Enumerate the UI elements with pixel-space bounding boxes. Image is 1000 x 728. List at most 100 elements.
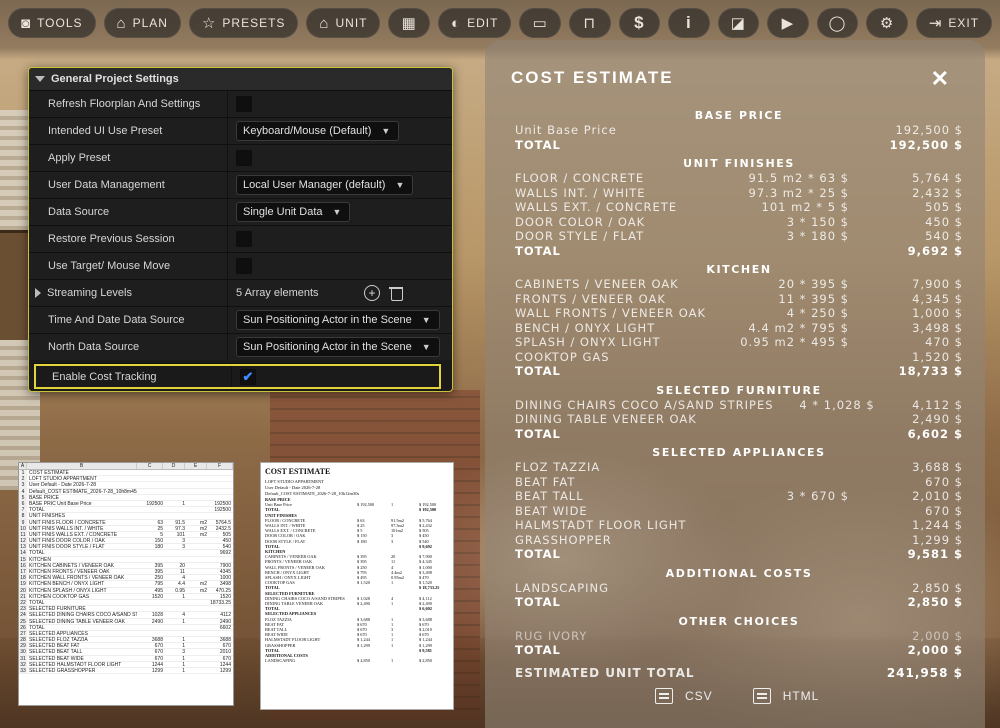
sheet-cell xyxy=(207,482,233,487)
sheet-cell: 505 xyxy=(222,531,231,538)
toolbar-button-tools[interactable]: ◙ TOOLS xyxy=(8,8,96,38)
item-name: SPLASH / ONYX LIGHT xyxy=(515,335,661,349)
section-total: TOTAL 2,850 $ xyxy=(515,595,963,610)
setting-label: Apply Preset xyxy=(29,152,227,164)
toolbar-button-plan[interactable]: ⌂ PLAN xyxy=(103,8,181,38)
sheet-cell: SELECTED FLOZ TAZZIA xyxy=(29,637,88,643)
section-total: TOTAL 6,602 $ xyxy=(515,427,963,442)
total-amount: 2,000 $ xyxy=(907,643,963,657)
dropdown-north-data-source[interactable]: Sun Positioning Actor in the Scene ▼ xyxy=(236,337,440,357)
setting-label: Intended UI Use Preset xyxy=(29,125,227,137)
sheet-row-number: 26 xyxy=(19,624,27,630)
sheet-cell xyxy=(185,557,207,562)
grand-total-amount: 241,958 $ xyxy=(886,665,963,680)
toolbar-button-label: TOOLS xyxy=(37,16,83,30)
dropdown-user-data-management[interactable]: Local User Manager (default) ▼ xyxy=(236,175,414,195)
add-element-icon[interactable]: + xyxy=(364,285,380,301)
checkbox-enable-cost-tracking[interactable]: ✔ xyxy=(240,369,256,385)
toolbar-button-user[interactable]: ◯ xyxy=(816,8,859,38)
checkbox-refresh-floorplan-and-settings[interactable] xyxy=(236,96,252,112)
sheet-cell: 670 xyxy=(154,655,163,661)
collapse-caret-icon[interactable] xyxy=(35,76,45,82)
toolbar-button-gear[interactable]: ⚙ xyxy=(866,8,908,38)
setting-value xyxy=(236,231,452,247)
item-amount: 2,010 $ xyxy=(912,489,963,503)
sheet-row-number: 9 xyxy=(19,519,27,525)
export-html-button[interactable]: HTML xyxy=(752,688,820,704)
sheet-row: 33 SELECTED GRASSHOPPER 1299 1 1299 xyxy=(19,668,233,675)
measure-icon: ⊓ xyxy=(583,14,597,32)
section-total: TOTAL 9,581 $ xyxy=(515,547,963,562)
column-divider xyxy=(227,145,228,171)
sheet-cell xyxy=(185,482,207,487)
sheet-cell: BASE PRIC Unit Base Price xyxy=(29,500,92,507)
sheet-cell xyxy=(137,550,163,555)
item-quantity: 3 * 150 $ xyxy=(786,214,849,229)
sheet-cell: TOTAL xyxy=(29,550,45,556)
sheet-cell: 1244 xyxy=(219,661,231,667)
checkbox-use-target-mouse-move[interactable] xyxy=(236,258,252,274)
toolbar-button-label: PRESETS xyxy=(222,16,286,30)
sheet-row-number: 18 xyxy=(19,575,27,581)
sheet-cell xyxy=(185,538,207,543)
checkbox-apply-preset[interactable] xyxy=(236,150,252,166)
toolbar-button-chart[interactable]: ◪ xyxy=(717,8,760,38)
toolbar-button-sofa[interactable]: ▭ xyxy=(519,8,561,38)
plan-icon: ⌂ xyxy=(116,14,127,32)
export-csv-button[interactable]: CSV xyxy=(655,688,713,704)
sheet-cell xyxy=(163,470,185,475)
cost-estimate-panel: COST ESTIMATE ✕ BASE PRICE Unit Base Pric… xyxy=(485,40,985,728)
sheet-cell: SELECTED BEAT WIDE xyxy=(29,655,84,661)
sheet-cell: 101 xyxy=(176,531,185,538)
toolbar-button-i[interactable]: i xyxy=(668,8,710,38)
sheet-row-number: 20 xyxy=(19,587,27,593)
sheet-cell: TOTAL xyxy=(29,624,45,630)
item-name: WALL FRONTS / VENEER OAK xyxy=(515,306,707,320)
toolbar-button-play[interactable]: ▶ xyxy=(767,8,809,38)
setting-label-text: Apply Preset xyxy=(48,152,111,164)
settings-header[interactable]: General Project Settings xyxy=(29,68,452,90)
export-bar: CSV HTML xyxy=(655,688,819,704)
close-icon[interactable]: ✕ xyxy=(931,66,949,92)
sheet-cell xyxy=(163,631,185,636)
cost-estimate-body: BASE PRICE Unit Base Price 192,500 $ TOTAL 1… xyxy=(515,104,963,680)
sheet-row-number: 7 xyxy=(19,507,27,513)
item-quantity: 3 * 180 $ xyxy=(786,229,849,243)
grand-total-label: ESTIMATED UNIT TOTAL xyxy=(515,665,695,680)
setting-value xyxy=(236,96,452,112)
sheet-cell xyxy=(163,507,185,512)
setting-label-text: Streaming Levels xyxy=(47,287,132,299)
toolbar-button-edit[interactable]: ◐ EDIT xyxy=(438,8,512,38)
sheet-cell: 470.25 xyxy=(215,587,231,593)
sheet-cell xyxy=(207,476,233,481)
sheet-cell xyxy=(137,600,163,605)
item-quantity: 4 * 1,028 $ xyxy=(799,397,875,412)
chevron-down-icon: ▼ xyxy=(381,126,391,136)
sheet-cell xyxy=(163,606,185,611)
toolbar-button-unit[interactable]: ⌂ UNIT xyxy=(306,8,381,38)
trash-icon[interactable] xyxy=(389,286,403,301)
column-divider xyxy=(227,253,228,279)
dropdown-data-source[interactable]: Single Unit Data ▼ xyxy=(236,202,351,222)
dropdown-time-and-date-data-source[interactable]: Sun Positioning Actor in the Scene ▼ xyxy=(236,310,440,330)
chart-icon: ◪ xyxy=(730,14,746,32)
item-quantity xyxy=(713,350,863,365)
doc-cell: $ 2,850 xyxy=(419,658,432,664)
dropdown-intended-ui-use-preset[interactable]: Keyboard/Mouse (Default) ▼ xyxy=(236,121,400,141)
sheet-row-number: 25 xyxy=(19,618,27,624)
toolbar-button-presets[interactable]: ☆ PRESETS xyxy=(188,8,299,38)
toolbar-button-floorplan[interactable]: ▦ xyxy=(388,8,431,38)
item-amount: 5,764 $ xyxy=(912,171,963,185)
item-amount: 450 $ xyxy=(925,214,963,229)
item-amount: 192,500 $ xyxy=(895,123,963,137)
toolbar-button-exit[interactable]: ⇥ EXIT xyxy=(915,8,993,38)
toolbar-button-measure[interactable]: ⊓ xyxy=(568,8,611,38)
checkbox-restore-previous-session[interactable] xyxy=(236,231,252,247)
item-name: CABINETS / VENEER OAK xyxy=(515,277,679,291)
setting-value xyxy=(236,150,452,166)
sheet-cell xyxy=(207,495,233,500)
sheet-cell: 192500 xyxy=(146,500,163,507)
expand-caret-icon[interactable] xyxy=(35,288,41,298)
item-amount: 2,850 $ xyxy=(912,580,963,595)
toolbar-button-dollar[interactable]: $ xyxy=(618,8,661,38)
